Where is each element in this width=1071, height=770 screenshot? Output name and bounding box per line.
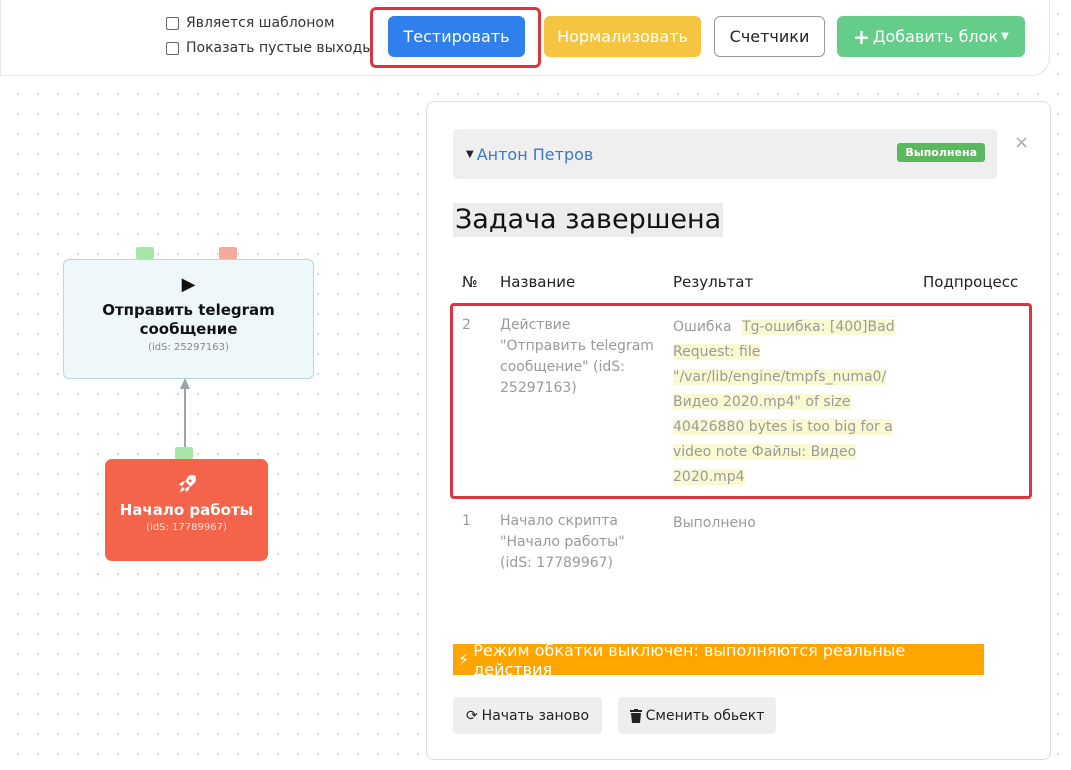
- close-icon[interactable]: ×: [1014, 132, 1029, 153]
- rocket-icon: [178, 475, 196, 493]
- node-input-connector[interactable]: [136, 247, 154, 259]
- play-icon: ▶: [181, 274, 196, 295]
- change-object-label: Сменить обьект: [645, 707, 765, 724]
- test-results-panel: ▼ Антон Петров Выполнена × Задача заверш…: [426, 101, 1051, 760]
- user-bar[interactable]: ▼ Антон Петров Выполнена: [453, 129, 997, 179]
- result-line: Видео 2020.mp4" of size: [673, 394, 851, 410]
- row-result: Ошибка Tg-ошибка: [400]Bad Request: file…: [673, 315, 903, 490]
- restart-label: Начать заново: [481, 707, 590, 724]
- warning-banner: ⚡ Режим обкатки выключен: выполняются ре…: [453, 641, 984, 679]
- status-badge: Выполнена: [897, 143, 985, 162]
- caret-down-icon: ▼: [1001, 31, 1009, 42]
- result-line: "/var/lib/engine/tmpfs_numa0/: [673, 369, 887, 385]
- node-ids: (idS: 25297163): [148, 342, 229, 353]
- node-output-connector[interactable]: [175, 447, 193, 459]
- row-name-line: "Начало работы": [500, 534, 625, 550]
- node-send-telegram[interactable]: ▶ Отправить telegram сообщение (idS: 252…: [63, 259, 314, 379]
- result-line: Tg-ошибка: [400]Bad: [742, 319, 895, 335]
- show-empty-outputs-label: Показать пустые выходы: [186, 40, 374, 56]
- node-title: Начало работы: [119, 501, 254, 519]
- checkbox-box[interactable]: [166, 16, 179, 30]
- user-name-link[interactable]: Антон Петров: [477, 145, 594, 164]
- row-name-line: 25297163): [500, 380, 577, 396]
- row-num: 1: [462, 513, 471, 529]
- result-line: 40426880 bytes is too big for a: [673, 419, 893, 435]
- node-ids: (idS: 17789967): [146, 522, 227, 533]
- add-block-button[interactable]: + Добавить блок ▼: [837, 16, 1025, 57]
- is-template-label: Является шаблоном: [186, 15, 335, 31]
- row-name-line: Начало скрипта: [500, 513, 618, 529]
- row-name: Начало скрипта "Начало работы" (idS: 177…: [500, 511, 665, 574]
- result-line: Request: file: [673, 344, 761, 360]
- normalize-button[interactable]: Нормализовать: [544, 16, 701, 57]
- row-name-line: (idS: 17789967): [500, 555, 614, 571]
- checkbox-box[interactable]: [166, 41, 179, 55]
- test-button[interactable]: Тестировать: [388, 16, 525, 57]
- node-output-connector[interactable]: [219, 247, 237, 259]
- show-empty-outputs-checkbox[interactable]: Показать пустые выходы: [166, 40, 373, 56]
- trash-icon: [629, 708, 642, 723]
- row-name-line: Действие: [500, 317, 571, 333]
- row-name: Действие "Отправить telegram сообщение" …: [500, 315, 665, 399]
- row-result: Выполнено: [673, 515, 756, 531]
- connection-arrow: [180, 378, 190, 450]
- result-line: video note Файлы: Видео: [673, 444, 857, 460]
- node-title: Отправить telegram сообщение: [102, 301, 275, 338]
- row-name-line: сообщение" (idS:: [500, 359, 625, 375]
- warning-text: Режим обкатки выключен: выполняются реал…: [473, 640, 906, 679]
- row-num: 2: [462, 317, 471, 333]
- change-object-button[interactable]: Сменить обьект: [618, 697, 776, 734]
- lightning-icon: ⚡: [458, 650, 470, 669]
- is-template-checkbox[interactable]: Является шаблоном: [166, 15, 335, 31]
- toolbar: Является шаблоном Показать пустые выходы…: [0, 0, 1050, 76]
- node-start-work[interactable]: Начало работы (idS: 17789967): [105, 459, 268, 561]
- column-header-name: Название: [500, 273, 576, 291]
- restart-button[interactable]: ⟳ Начать заново: [453, 697, 602, 734]
- row-name-line: "Отправить telegram: [500, 338, 654, 354]
- counters-button[interactable]: Счетчики: [714, 16, 825, 57]
- result-prefix: Ошибка: [673, 319, 732, 335]
- panel-title: Задача завершена: [453, 203, 724, 237]
- column-header-subprocess: Подпроцесс: [923, 273, 1019, 291]
- plus-icon: +: [853, 24, 870, 49]
- column-header-num: №: [462, 273, 478, 291]
- caret-down-icon[interactable]: ▼: [466, 149, 474, 160]
- column-header-result: Результат: [673, 273, 754, 291]
- refresh-icon: ⟳: [465, 707, 478, 724]
- add-block-label: Добавить блок: [872, 27, 999, 46]
- result-line: 2020.mp4: [673, 469, 745, 485]
